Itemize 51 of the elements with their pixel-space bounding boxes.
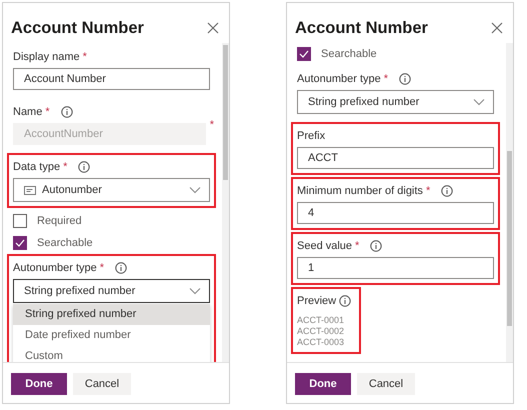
- required-mark: *: [63, 161, 68, 173]
- checkbox-label: Searchable: [37, 237, 93, 249]
- field-label: Preview: [297, 295, 336, 307]
- scrollbar[interactable]: [222, 43, 229, 362]
- chevron-down-icon: [473, 98, 485, 106]
- field-label: Autonumber type: [13, 262, 97, 274]
- input-field[interactable]: 4: [297, 202, 494, 224]
- close-icon[interactable]: [207, 22, 219, 34]
- field-label: Prefix: [297, 130, 326, 142]
- checkbox-label: Required: [37, 215, 82, 227]
- checkbox[interactable]: [13, 236, 27, 250]
- dialog-title: Account Number: [11, 18, 144, 38]
- input-field[interactable]: Account Number: [13, 68, 210, 90]
- scrollbar[interactable]: [506, 43, 513, 362]
- preview-value: ACCT-0001: [297, 315, 346, 326]
- cancel-button[interactable]: Cancel: [357, 373, 415, 395]
- required-mark: *: [210, 119, 214, 131]
- dropdown[interactable]: String prefixed number: [13, 279, 210, 303]
- field-label: Autonumber type: [297, 73, 381, 85]
- dropdown-option[interactable]: String prefixed number: [13, 304, 210, 325]
- dropdown[interactable]: String prefixed number: [297, 90, 494, 114]
- required-mark: *: [426, 185, 430, 197]
- field-label: Display name: [13, 51, 80, 63]
- preview-value: ACCT-0003: [297, 337, 346, 348]
- chevron-down-icon: [189, 186, 201, 194]
- close-icon[interactable]: [491, 22, 503, 34]
- input-field[interactable]: 1: [297, 257, 494, 279]
- done-button[interactable]: Done: [295, 373, 351, 395]
- field-label: Minimum number of digits: [297, 185, 423, 197]
- done-button[interactable]: Done: [11, 373, 67, 395]
- chevron-down-icon: [189, 287, 201, 295]
- required-mark: *: [384, 73, 388, 85]
- dialog-title: Account Number: [295, 18, 428, 38]
- field-label: Seed value: [297, 240, 352, 252]
- required-mark: *: [355, 240, 360, 252]
- dropdown-option[interactable]: Date prefixed number: [13, 325, 210, 346]
- required-mark: *: [45, 106, 50, 118]
- cancel-button[interactable]: Cancel: [73, 373, 131, 395]
- checkbox[interactable]: [297, 47, 311, 61]
- check-icon: [299, 50, 309, 58]
- field-label: Data type: [13, 161, 60, 173]
- check-icon: [15, 239, 25, 247]
- dropdown-option[interactable]: Custom: [13, 346, 210, 362]
- required-mark: *: [82, 51, 87, 63]
- required-mark: *: [100, 262, 104, 274]
- preview-value: ACCT-0002: [297, 326, 346, 337]
- input-field[interactable]: ACCT: [297, 147, 494, 169]
- checkbox-label: Searchable: [321, 48, 377, 60]
- dropdown[interactable]: Autonumber: [13, 178, 210, 202]
- checkbox[interactable]: [13, 214, 27, 228]
- field-label: Name: [13, 106, 42, 118]
